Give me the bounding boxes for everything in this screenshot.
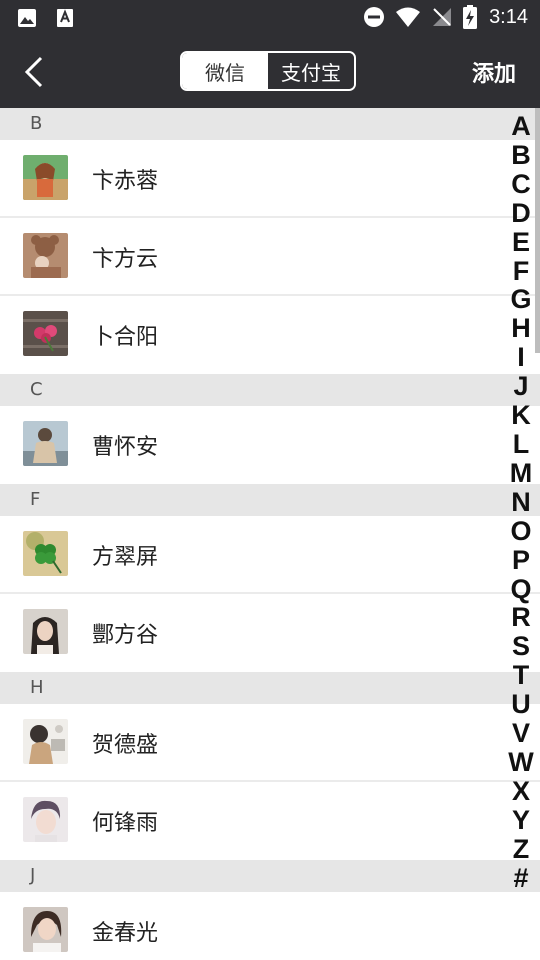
section-header-f: F (0, 484, 540, 516)
section-header-b: B (0, 108, 540, 140)
index-letter[interactable]: U (511, 690, 531, 719)
contact-name: 卞赤蓉 (92, 169, 159, 194)
index-letter[interactable]: Q (510, 574, 531, 604)
index-letter[interactable]: K (511, 401, 531, 430)
contact-row[interactable]: 何锋雨 (0, 782, 540, 860)
segmented-control: 微信 支付宝 (180, 51, 356, 91)
index-letter[interactable]: O (510, 516, 531, 546)
section-header-j: J (0, 860, 540, 892)
tab-wechat[interactable]: 微信 (182, 53, 268, 89)
index-letter[interactable]: N (511, 487, 531, 517)
index-letter[interactable]: A (511, 112, 531, 141)
tab-alipay[interactable]: 支付宝 (268, 53, 354, 89)
nav-bar: 微信 支付宝 添加 (0, 36, 540, 108)
index-letter[interactable]: # (513, 863, 528, 893)
alphabet-index-bar[interactable]: A B C D E F G H I J K L M N O P Q R S T U V W X Y Z # (506, 112, 536, 892)
contact-row[interactable]: 方翠屏 (0, 516, 540, 594)
index-letter[interactable]: W (508, 748, 533, 777)
contact-row[interactable]: 卞赤蓉 (0, 140, 540, 218)
index-letter[interactable]: E (512, 227, 530, 257)
status-time: 3:14 (489, 5, 528, 28)
index-letter[interactable]: B (511, 141, 531, 170)
index-letter[interactable]: D (511, 198, 531, 228)
index-letter[interactable]: V (512, 719, 530, 748)
avatar (23, 907, 68, 952)
avatar (23, 719, 68, 764)
battery-charging-icon (463, 5, 478, 29)
image-notification-icon (18, 9, 36, 27)
contact-name: 卞方云 (92, 247, 159, 272)
index-letter[interactable]: P (512, 545, 530, 575)
contact-row[interactable]: 卜合阳 (0, 296, 540, 374)
contact-row[interactable]: 卞方云 (0, 218, 540, 296)
index-letter[interactable]: T (513, 661, 530, 690)
contact-row[interactable]: 贺德盛 (0, 704, 540, 782)
index-letter[interactable]: S (512, 632, 530, 661)
section-header-h: H (0, 672, 540, 704)
contact-name: 酆方谷 (92, 623, 159, 648)
index-letter[interactable]: J (513, 372, 528, 401)
index-letter[interactable]: R (511, 603, 531, 632)
add-button[interactable]: 添加 (472, 56, 516, 88)
contact-name: 金春光 (92, 921, 159, 946)
contact-list[interactable]: B 卞赤蓉 卞方云 卜合阳 C 曹怀安 F 方翠屏 酆方谷 H 贺德盛 何锋雨 … (0, 108, 540, 960)
index-letter[interactable]: C (511, 169, 531, 199)
contact-name: 何锋雨 (92, 811, 159, 836)
index-letter[interactable]: F (513, 256, 530, 286)
back-button[interactable] (12, 50, 56, 94)
avatar (23, 531, 68, 576)
contact-name: 卜合阳 (92, 325, 159, 350)
index-letter[interactable]: M (510, 458, 533, 488)
do-not-disturb-icon (364, 7, 385, 27)
index-letter[interactable]: X (512, 776, 530, 806)
no-signal-icon (433, 8, 452, 26)
wifi-icon (396, 7, 421, 27)
contact-name: 方翠屏 (92, 545, 159, 570)
avatar (23, 421, 68, 466)
index-letter[interactable]: Z (513, 834, 530, 864)
contact-row[interactable]: 金春光 (0, 892, 540, 960)
index-letter[interactable]: H (511, 314, 531, 343)
avatar (23, 609, 68, 654)
avatar (23, 311, 68, 356)
index-letter[interactable]: Y (512, 805, 530, 835)
avatar (23, 155, 68, 200)
section-header-c: C (0, 374, 540, 406)
contact-name: 曹怀安 (92, 435, 159, 460)
chevron-left-icon (24, 56, 43, 88)
contact-row[interactable]: 酆方谷 (0, 594, 540, 672)
index-letter[interactable]: L (513, 430, 530, 459)
index-letter[interactable]: I (517, 343, 525, 372)
status-bar: 3:14 (0, 0, 540, 36)
index-letter[interactable]: G (510, 285, 531, 314)
text-notification-icon (57, 9, 73, 27)
avatar (23, 233, 68, 278)
contact-name: 贺德盛 (92, 733, 159, 758)
contact-row[interactable]: 曹怀安 (0, 406, 540, 484)
avatar (23, 797, 68, 842)
